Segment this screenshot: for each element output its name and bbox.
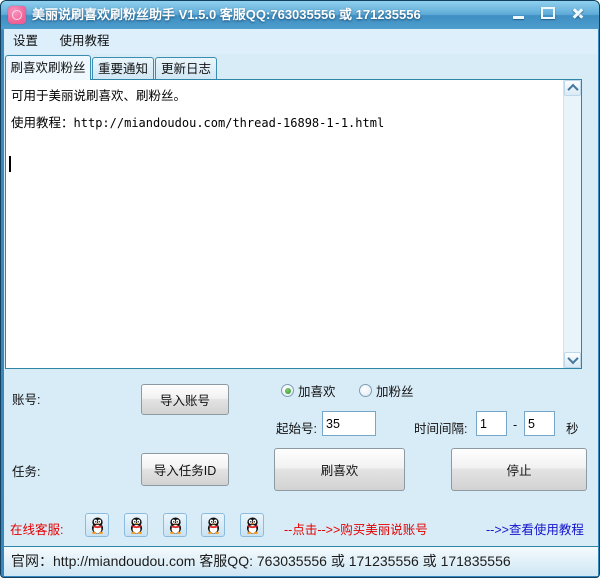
maximize-icon [541, 7, 555, 19]
close-button[interactable] [563, 3, 593, 23]
qq-penguin-icon [169, 517, 181, 535]
account-label: 账号: [12, 393, 41, 407]
minimize-button[interactable] [503, 3, 533, 23]
qq-contact-button-1[interactable] [85, 513, 109, 537]
seconds-label: 秒 [566, 422, 579, 436]
app-window: 美丽说刷喜欢刷粉丝助手 V1.5.0 客服QQ:763035556 或 1712… [0, 0, 600, 578]
info-line-1: 可用于美丽说刷喜欢、刷粉丝。 [11, 89, 187, 103]
radio-add-fans[interactable]: 加粉丝 [359, 381, 414, 400]
client-area: 设置 使用教程 刷喜欢刷粉丝 重要通知 更新日志 可用于美丽说刷喜欢、刷粉丝。 … [4, 29, 598, 576]
scroll-down-button[interactable] [564, 352, 581, 368]
qq-penguin-icon [91, 517, 103, 535]
tutorial-url: http://miandoudou.com/thread-16898-1-1.h… [73, 116, 385, 130]
qq-contact-button-5[interactable] [240, 513, 264, 537]
radio-selected-dot [284, 387, 291, 394]
interval-max-input[interactable] [524, 411, 555, 436]
radio-add-fans-circle [359, 384, 372, 397]
interval-min-input[interactable] [476, 411, 507, 436]
maximize-button[interactable] [533, 3, 563, 23]
view-tutorial-link[interactable]: -->>查看使用教程 [486, 519, 584, 538]
online-service-label: 在线客服: [10, 523, 64, 537]
qq-penguin-icon [130, 517, 142, 535]
info-line-2: 使用教程：http://miandoudou.com/thread-16898-… [6, 110, 581, 137]
minimize-icon [512, 15, 524, 19]
menu-settings[interactable]: 设置 [4, 29, 47, 54]
import-accounts-button[interactable]: 导入账号 [141, 384, 229, 415]
info-textarea[interactable]: 可用于美丽说刷喜欢、刷粉丝。 使用教程：http://miandoudou.co… [5, 79, 582, 369]
start-number-label: 起始号: [276, 422, 317, 436]
qq-contact-button-4[interactable] [201, 513, 225, 537]
interval-label: 时间间隔: [414, 422, 468, 436]
chevron-up-icon [566, 83, 579, 96]
titlebar[interactable]: 美丽说刷喜欢刷粉丝助手 V1.5.0 客服QQ:763035556 或 1712… [1, 1, 599, 29]
radio-add-likes-label: 加喜欢 [298, 385, 336, 399]
stop-button[interactable]: 停止 [451, 448, 587, 491]
window-title: 美丽说刷喜欢刷粉丝助手 V1.5.0 客服QQ:763035556 或 1712… [32, 7, 421, 22]
import-task-id-button[interactable]: 导入任务ID [141, 453, 229, 486]
buy-account-link[interactable]: --点击-->>购买美丽说账号 [284, 519, 428, 538]
close-icon [571, 6, 585, 20]
run-brush-likes-button[interactable]: 刷喜欢 [274, 448, 405, 491]
radio-add-fans-label: 加粉丝 [376, 385, 414, 399]
qq-penguin-icon [207, 517, 219, 535]
radio-add-likes-circle [281, 384, 294, 397]
statusbar-text: 官网：http://miandoudou.com 客服QQ: 763035556… [11, 553, 511, 569]
menu-tutorial[interactable]: 使用教程 [51, 29, 119, 54]
start-number-input[interactable] [322, 411, 376, 436]
tutorial-label: 使用教程： [11, 116, 74, 130]
menubar: 设置 使用教程 [4, 29, 598, 54]
interval-dash: - [513, 418, 518, 432]
scroll-up-button[interactable] [564, 80, 581, 96]
qq-contact-button-2[interactable] [124, 513, 148, 537]
window-controls [503, 3, 593, 23]
vertical-scrollbar[interactable] [563, 80, 581, 368]
task-label: 任务: [12, 465, 41, 479]
tab-changelog[interactable]: 更新日志 [155, 57, 217, 80]
tab-brush-likes-fans[interactable]: 刷喜欢刷粉丝 [5, 55, 91, 80]
app-logo-icon [8, 6, 26, 24]
radio-add-likes[interactable]: 加喜欢 [281, 381, 336, 400]
tab-important-notice[interactable]: 重要通知 [92, 57, 154, 80]
text-caret [9, 156, 11, 172]
qq-contact-button-3[interactable] [163, 513, 187, 537]
statusbar: 官网：http://miandoudou.com 客服QQ: 763035556… [4, 546, 598, 576]
chevron-down-icon [566, 352, 579, 365]
qq-penguin-icon [246, 517, 258, 535]
